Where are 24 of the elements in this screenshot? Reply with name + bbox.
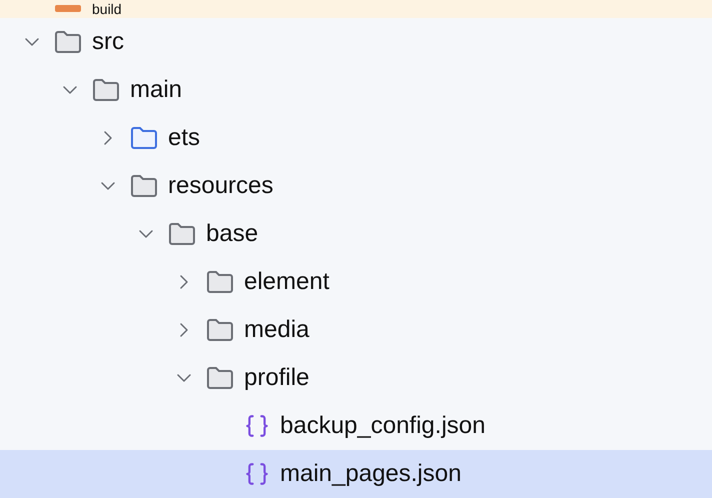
tree-row[interactable]: profile [0,354,712,402]
item-name: media [244,315,310,345]
tree-row[interactable]: backup_config.json [0,402,712,450]
item-name: main_pages.json [280,459,462,489]
item-name: base [206,219,258,249]
item-name: profile [244,363,310,393]
item-name: backup_config.json [280,411,486,441]
json-file-icon [244,413,270,439]
item-name: resources [168,171,274,201]
tree-row[interactable]: media [0,306,712,354]
tree-row[interactable]: src [0,18,712,66]
item-name: src [92,27,124,57]
item-name: element [244,267,330,297]
item-name: ets [168,123,200,153]
item-name: main [130,75,182,105]
tree-row[interactable]: base [0,210,712,258]
tree-row[interactable]: main_pages.json [0,450,712,498]
tree-row[interactable]: main [0,66,712,114]
tree-row[interactable]: ets [0,114,712,162]
tree-row[interactable]: resources [0,162,712,210]
item-name: build [92,2,122,16]
tree-row[interactable]: element [0,258,712,306]
tree-row[interactable]: build [0,0,712,18]
json-file-icon [244,461,270,487]
